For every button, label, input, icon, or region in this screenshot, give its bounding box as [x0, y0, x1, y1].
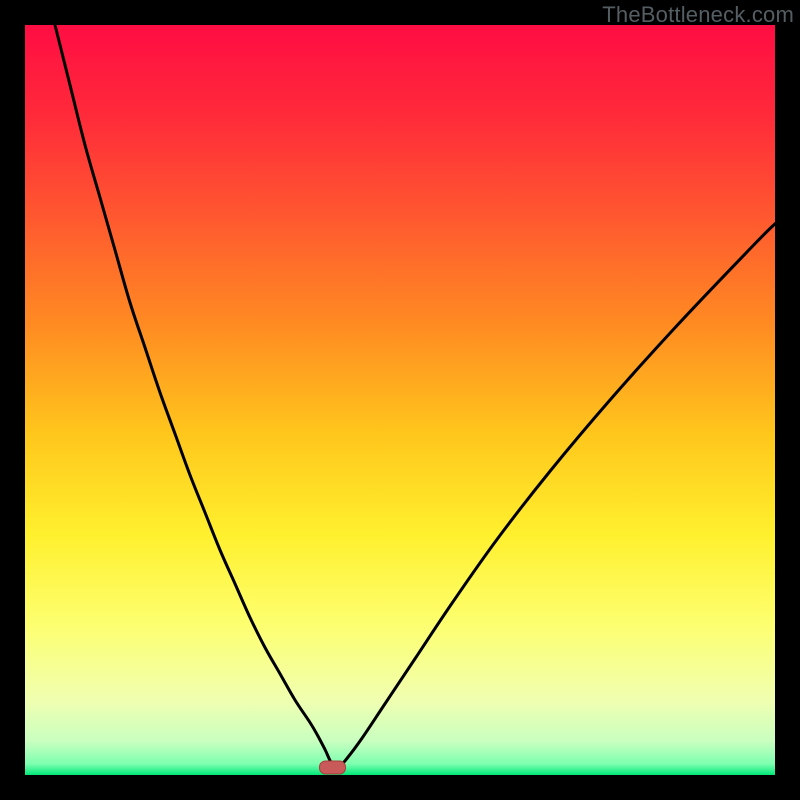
optimum-marker	[320, 761, 346, 774]
plot-svg	[25, 25, 775, 775]
plot-area	[25, 25, 775, 775]
gradient-background	[25, 25, 775, 775]
chart-container: TheBottleneck.com	[0, 0, 800, 800]
watermark-text: TheBottleneck.com	[602, 2, 794, 28]
